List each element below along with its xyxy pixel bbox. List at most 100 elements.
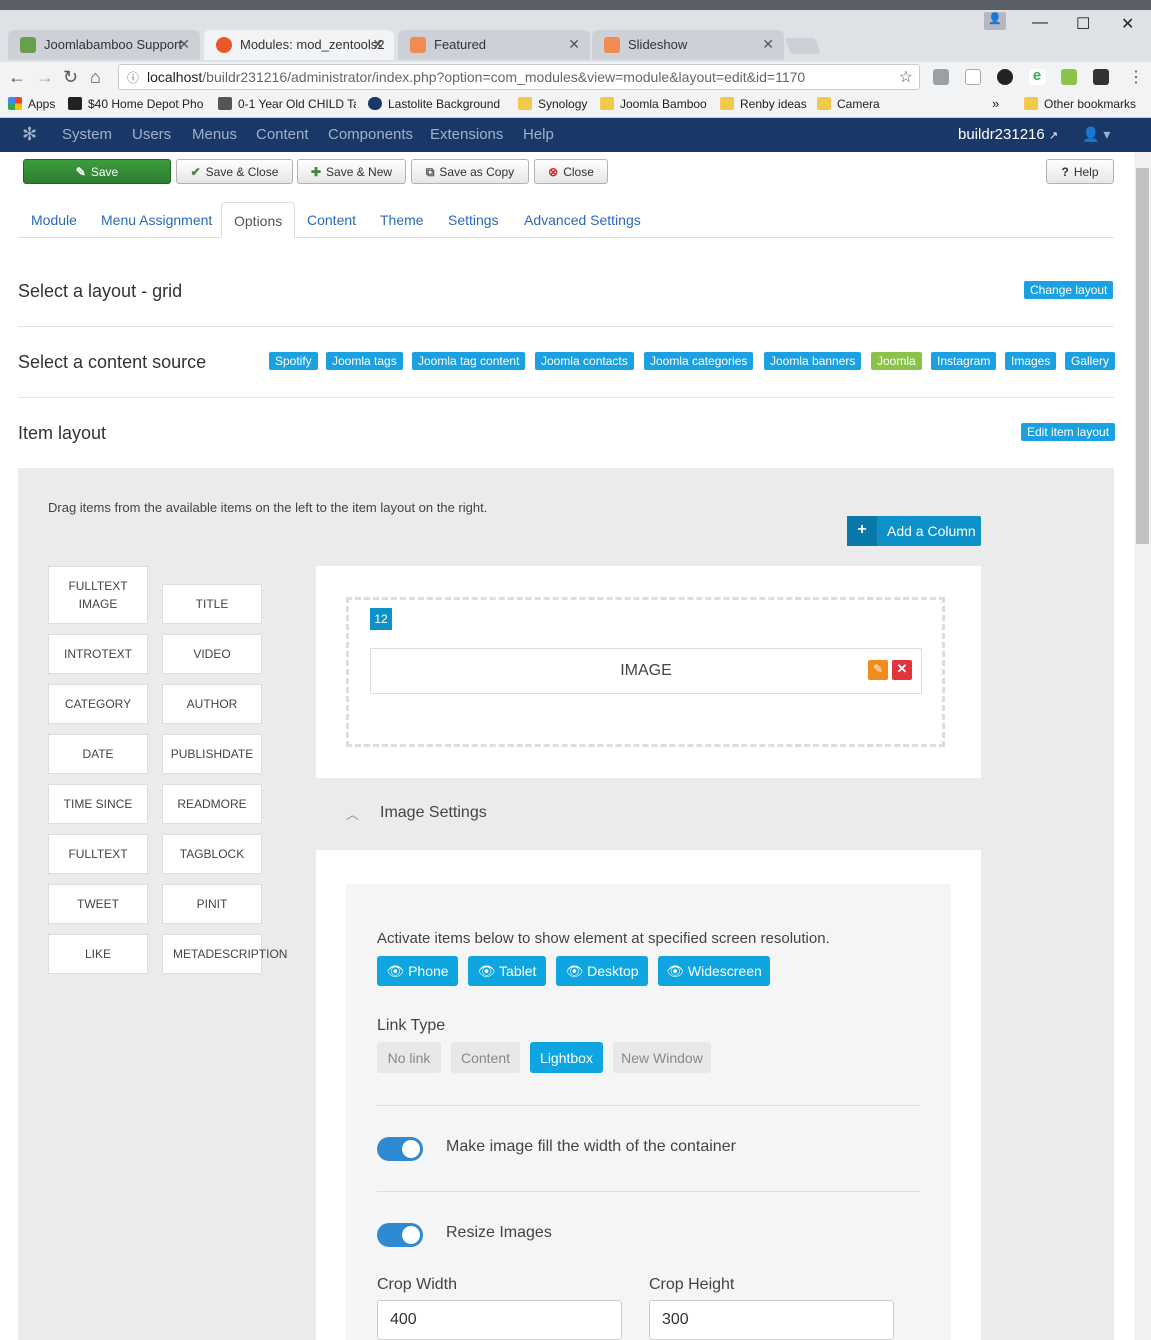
menu-extensions[interactable]: Extensions (430, 126, 503, 143)
extension-e-icon[interactable]: e (1029, 68, 1045, 85)
minimize-icon[interactable]: — (1032, 14, 1048, 32)
available-item[interactable]: METADESCRIPTION (162, 934, 287, 974)
extension-js-icon[interactable] (1061, 69, 1077, 85)
source-joomla-banners-button[interactable]: Joomla banners (764, 352, 862, 370)
bookmark-apps[interactable]: Apps (8, 97, 55, 111)
chrome-menu-icon[interactable]: ⋮ (1128, 67, 1144, 87)
profile-icon[interactable]: 👤 (984, 12, 1006, 30)
link-type-newwindow-button[interactable]: New Window (613, 1042, 711, 1073)
add-column-button[interactable]: + Add a Column (847, 516, 981, 546)
menu-content[interactable]: Content (256, 126, 309, 143)
browser-tab-featured[interactable]: Featured ✕ (398, 30, 590, 60)
tab-advanced-settings[interactable]: Advanced Settings (524, 212, 641, 228)
save-copy-button[interactable]: ⧉ Save as Copy (411, 159, 529, 184)
resolution-widescreen-button[interactable]: 👁 Widescreen (658, 956, 770, 986)
source-images-button[interactable]: Images (1005, 352, 1057, 370)
tab-theme[interactable]: Theme (380, 212, 424, 228)
source-joomla-button[interactable]: Joomla (871, 352, 922, 370)
info-icon[interactable]: ⓘ (127, 69, 139, 86)
save-button[interactable]: ✎ Save (23, 159, 171, 184)
change-layout-button[interactable]: Change layout (1024, 281, 1114, 299)
source-joomla-tag-content-button[interactable]: Joomla tag content (412, 352, 526, 370)
bookmarks-overflow-button[interactable]: » (992, 96, 999, 111)
chevron-up-icon[interactable]: ︿ (346, 804, 359, 823)
back-icon[interactable]: ← (8, 67, 26, 88)
available-item[interactable]: VIDEO (162, 634, 262, 674)
close-tab-icon[interactable]: ✕ (372, 36, 384, 53)
menu-menus[interactable]: Menus (192, 126, 237, 143)
browser-tab-slideshow[interactable]: Slideshow ✕ (592, 30, 784, 60)
tab-content[interactable]: Content (307, 212, 356, 228)
joomla-logo-icon[interactable]: ✻ (22, 124, 37, 145)
available-item[interactable]: CATEGORY (48, 684, 148, 724)
extension-off-icon[interactable] (1093, 69, 1109, 85)
crop-width-input[interactable]: 400 (377, 1300, 622, 1340)
bookmark-child[interactable]: 0-1 Year Old CHILD Ta (218, 97, 356, 111)
source-gallery-button[interactable]: Gallery (1065, 352, 1116, 370)
close-tab-icon[interactable]: ✕ (178, 36, 190, 53)
save-close-button[interactable]: ✔ Save & Close (176, 159, 293, 184)
available-item[interactable]: LIKE (48, 934, 148, 974)
image-settings-header[interactable]: ︿ Image Settings (316, 778, 981, 850)
resize-images-toggle[interactable] (377, 1223, 423, 1247)
source-instagram-button[interactable]: Instagram (931, 352, 997, 370)
link-type-lightbox-button[interactable]: Lightbox (530, 1042, 603, 1073)
pencil-icon[interactable]: ✎ (868, 660, 888, 680)
url-input[interactable]: ⓘ localhost/buildr231216/administrator/i… (118, 64, 920, 90)
close-tab-icon[interactable]: ✕ (762, 36, 774, 53)
extension-mo-icon[interactable] (965, 69, 981, 85)
extension-image-icon[interactable] (933, 69, 949, 85)
tab-settings[interactable]: Settings (448, 212, 499, 228)
site-link[interactable]: buildr231216 ↗ (958, 126, 1058, 143)
menu-users[interactable]: Users (132, 126, 171, 143)
reload-icon[interactable]: ↻ (63, 67, 78, 88)
menu-help[interactable]: Help (523, 126, 554, 143)
menu-components[interactable]: Components (328, 126, 413, 143)
scrollbar-thumb[interactable] (1136, 168, 1149, 544)
bookmark-star-icon[interactable]: ☆ (899, 67, 913, 87)
bookmark-home-depot[interactable]: $40 Home Depot Pho (68, 97, 204, 111)
bookmark-joomla-bamboo[interactable]: Joomla Bamboo (600, 97, 707, 111)
tab-options[interactable]: Options (221, 202, 296, 238)
user-menu-icon[interactable]: 👤 ▾ (1082, 126, 1110, 143)
available-item[interactable]: PUBLISHDATE (162, 734, 262, 774)
placed-image-item[interactable]: IMAGE (370, 648, 922, 694)
bookmark-synology[interactable]: Synology (518, 97, 587, 111)
home-icon[interactable]: ⌂ (90, 67, 101, 88)
available-item[interactable]: DATE (48, 734, 148, 774)
source-joomla-contacts-button[interactable]: Joomla contacts (535, 352, 634, 370)
available-item[interactable]: AUTHOR (162, 684, 262, 724)
page-scrollbar[interactable] (1134, 152, 1151, 1340)
save-new-button[interactable]: ✚ Save & New (297, 159, 406, 184)
forward-icon[interactable]: → (36, 67, 54, 88)
available-item[interactable]: READMORE (162, 784, 262, 824)
available-item[interactable]: FULLTEXT IMAGE (48, 566, 148, 624)
available-item[interactable]: TAGBLOCK (162, 834, 262, 874)
close-button[interactable]: ⊗ Close (534, 159, 608, 184)
help-button[interactable]: ? Help (1046, 159, 1114, 184)
link-type-content-button[interactable]: Content (451, 1042, 520, 1073)
bookmark-lastolite[interactable]: Lastolite Background (368, 97, 504, 111)
fill-width-toggle[interactable] (377, 1137, 423, 1161)
source-spotify-button[interactable]: Spotify (269, 352, 318, 370)
maximize-icon[interactable]: ☐ (1076, 14, 1090, 34)
tab-module[interactable]: Module (31, 212, 77, 228)
delete-icon[interactable]: ✕ (892, 660, 912, 680)
new-tab-button[interactable] (785, 38, 821, 54)
source-joomla-tags-button[interactable]: Joomla tags (326, 352, 403, 370)
link-type-nolink-button[interactable]: No link (377, 1042, 441, 1073)
available-item[interactable]: FULLTEXT (48, 834, 148, 874)
extension-color-icon[interactable] (997, 69, 1013, 85)
close-window-icon[interactable]: ✕ (1121, 14, 1134, 34)
browser-tab-modules[interactable]: Modules: mod_zentools2 ✕ (204, 30, 394, 60)
bookmark-other[interactable]: Other bookmarks (1024, 97, 1136, 111)
available-item[interactable]: TIME SINCE (48, 784, 148, 824)
browser-tab-joomlabamboo[interactable]: Joomlabamboo Support ✕ (8, 30, 200, 60)
close-tab-icon[interactable]: ✕ (568, 36, 580, 53)
crop-height-input[interactable]: 300 (649, 1300, 894, 1340)
resolution-phone-button[interactable]: 👁 Phone (377, 956, 458, 986)
available-item[interactable]: INTROTEXT (48, 634, 148, 674)
available-item[interactable]: TITLE (162, 584, 262, 624)
tab-menu-assignment[interactable]: Menu Assignment (101, 212, 212, 228)
edit-item-layout-button[interactable]: Edit item layout (1021, 423, 1116, 441)
